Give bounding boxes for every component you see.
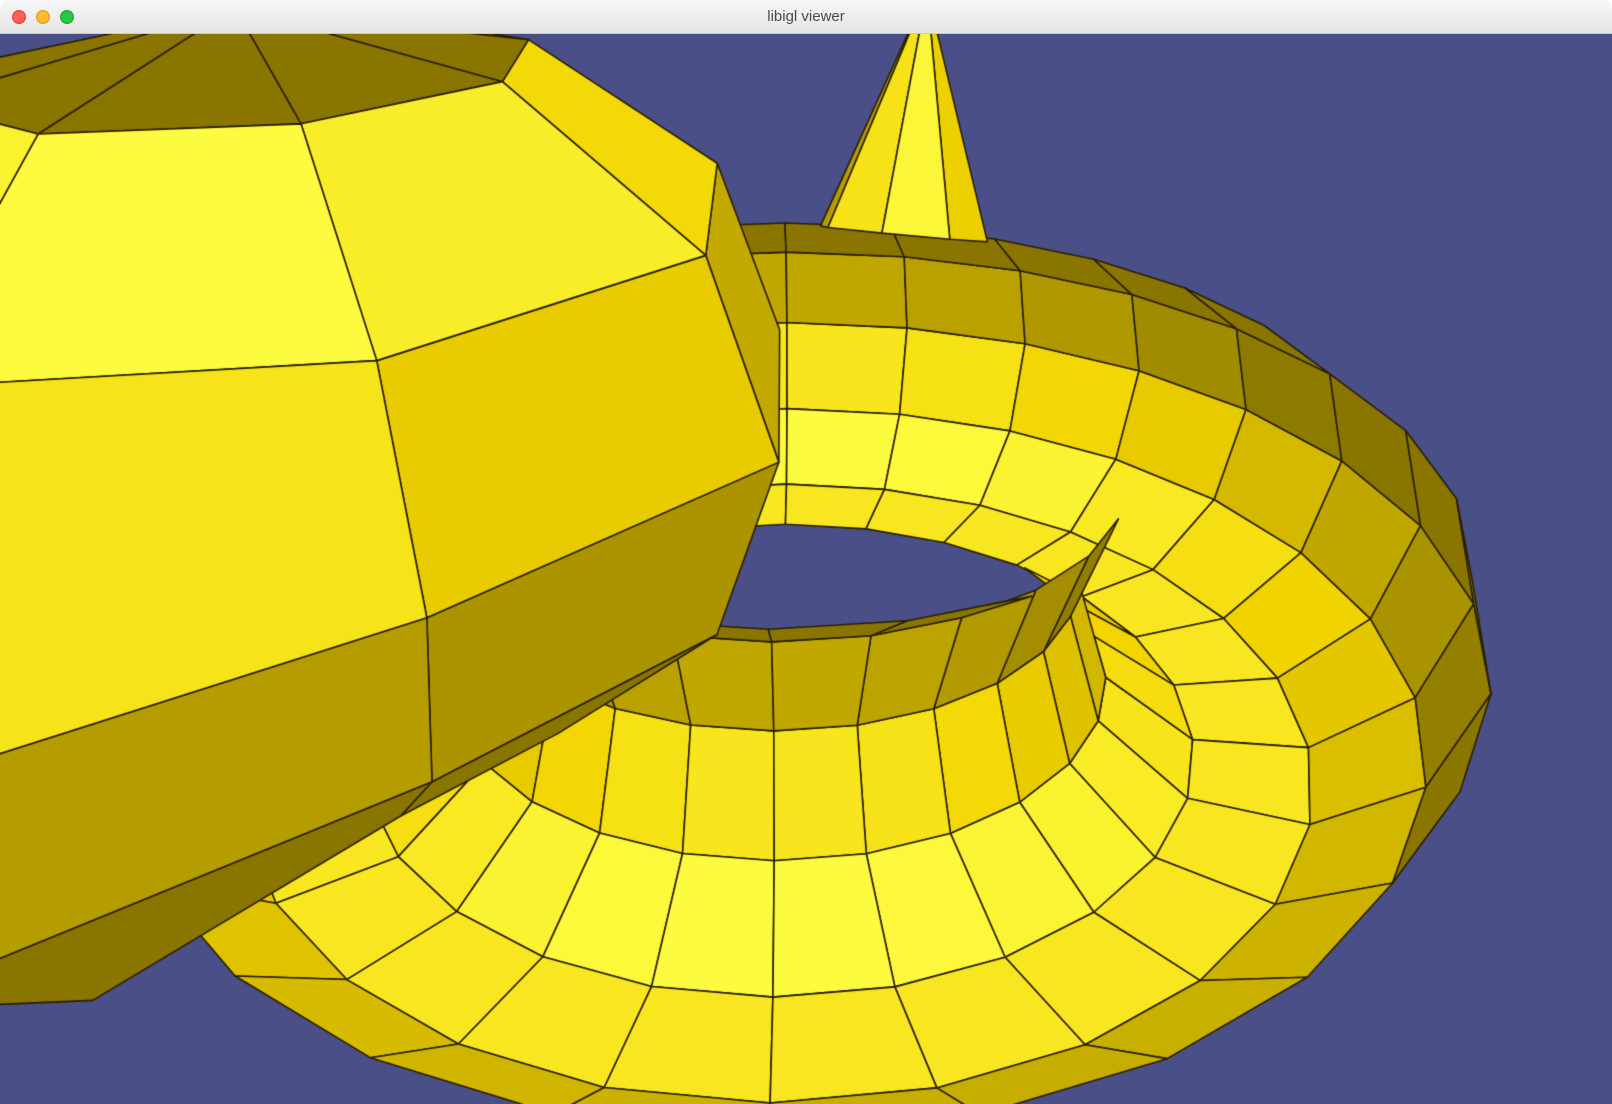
- viewport-3d[interactable]: [0, 34, 1612, 1104]
- titlebar[interactable]: libigl viewer: [0, 0, 1612, 34]
- minimize-icon[interactable]: [36, 10, 50, 24]
- close-icon[interactable]: [12, 10, 26, 24]
- window-title: libigl viewer: [0, 8, 1612, 25]
- traffic-lights: [12, 10, 74, 24]
- render-canvas[interactable]: [0, 34, 1612, 1104]
- app-window: libigl viewer: [0, 0, 1612, 1104]
- maximize-icon[interactable]: [60, 10, 74, 24]
